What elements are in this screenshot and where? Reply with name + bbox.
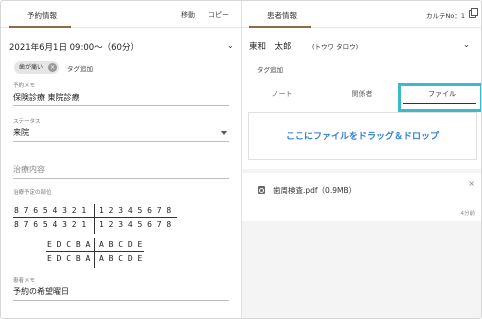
tag-chip-label: 歯が痛い [19,64,44,71]
copy-icon[interactable] [469,8,478,18]
add-tag-button[interactable]: タグ追加 [257,64,283,74]
file-item[interactable]: 歯周検査.pdf（0.9MB） × 4分前 [242,173,481,221]
tooth-baby-lower-right[interactable]: A B C D E [99,254,142,263]
chevron-down-icon[interactable]: ⌄ [227,42,237,50]
appointment-header: 予約情報 移動 コピー [1,1,241,28]
tooth-baby-divider [46,251,144,252]
tooth-baby-upper-right[interactable]: A B C D E [99,240,142,249]
treatment-input[interactable]: 治療内容 [13,164,45,175]
tab-patient-info[interactable]: 患者情報 [267,10,297,21]
patient-memo-label: 患者メモ [13,278,36,284]
tab-file-highlight [398,83,481,112]
patient-memo-underline [13,300,229,301]
patient-kana: (トウワ タロウ) [312,43,359,51]
appointment-panel: 予約情報 移動 コピー 2021年6月1日 09:00〜（60分） ⌄ 歯が痛い… [1,1,242,318]
memo-label: 予約メモ [13,83,36,89]
memo-input[interactable]: 保険診療 東院診療 [13,92,80,103]
tooth-divider [13,217,177,218]
memo-underline [13,105,229,106]
close-icon[interactable]: × [468,179,475,188]
karte-number: カルテNo：1 [426,12,465,20]
tooth-baby-midline [94,238,95,268]
add-tag-button[interactable]: タグ追加 [67,63,93,73]
tab-appointment-info[interactable]: 予約情報 [27,10,57,21]
treatment-underline [13,178,229,179]
search-file-icon [258,186,265,194]
patient-name: 東和 太郎 [249,42,292,52]
app-frame: 予約情報 移動 コピー 2021年6月1日 09:00〜（60分） ⌄ 歯が痛い… [0,0,482,319]
caret-down-icon[interactable] [221,131,227,135]
close-icon[interactable]: × [48,63,58,72]
patient-header: 患者情報 カルテNo：1 [242,1,481,28]
tooth-midline [94,204,95,234]
tooth-baby-lower-left[interactable]: E D C B A [47,254,90,263]
tooth-lower-left[interactable]: 8 7 6 5 4 3 2 1 [14,220,86,229]
patient-panel: 患者情報 カルテNo：1 東和 太郎 (トウワ タロウ) ⌄ タグ追加 ノート … [242,1,481,318]
tab-active-indicator [9,26,71,28]
copy-button[interactable]: コピー [208,10,229,20]
status-label: ステータス [13,119,41,125]
tooth-upper-right[interactable]: 1 2 3 4 5 6 7 8 [99,206,171,215]
file-dropzone[interactable]: ここにファイルをドラッグ＆ドロップ [248,112,477,160]
appointment-datetime[interactable]: 2021年6月1日 09:00〜（60分） [9,41,139,53]
tab-note[interactable]: ノート [242,81,322,109]
tag-chip[interactable]: 歯が痛い × [14,61,60,74]
patient-card: 東和 太郎 (トウワ タロウ) ⌄ タグ追加 ノート 関係者 ファイル ここにフ… [242,28,481,169]
file-name[interactable]: 歯周検査.pdf（0.9MB） [273,185,356,196]
patient-memo-input[interactable]: 予約の希望曜日 [13,286,69,297]
dropzone-text: ここにファイルをドラッグ＆ドロップ [285,132,439,142]
status-select[interactable]: 来院 [13,127,29,138]
tooth-baby-upper-left[interactable]: E D C B A [47,240,90,249]
tooth-upper-left[interactable]: 8 7 6 5 4 3 2 1 [14,206,86,215]
tab-related[interactable]: 関係者 [322,81,402,109]
move-button[interactable]: 移動 [181,10,195,20]
tooth-lower-right[interactable]: 1 2 3 4 5 6 7 8 [99,220,171,229]
status-underline [13,141,229,142]
file-timestamp: 4分前 [460,211,476,217]
teeth-label: 治療予定の部位 [13,190,52,196]
chevron-down-icon[interactable]: ⌄ [463,41,473,49]
